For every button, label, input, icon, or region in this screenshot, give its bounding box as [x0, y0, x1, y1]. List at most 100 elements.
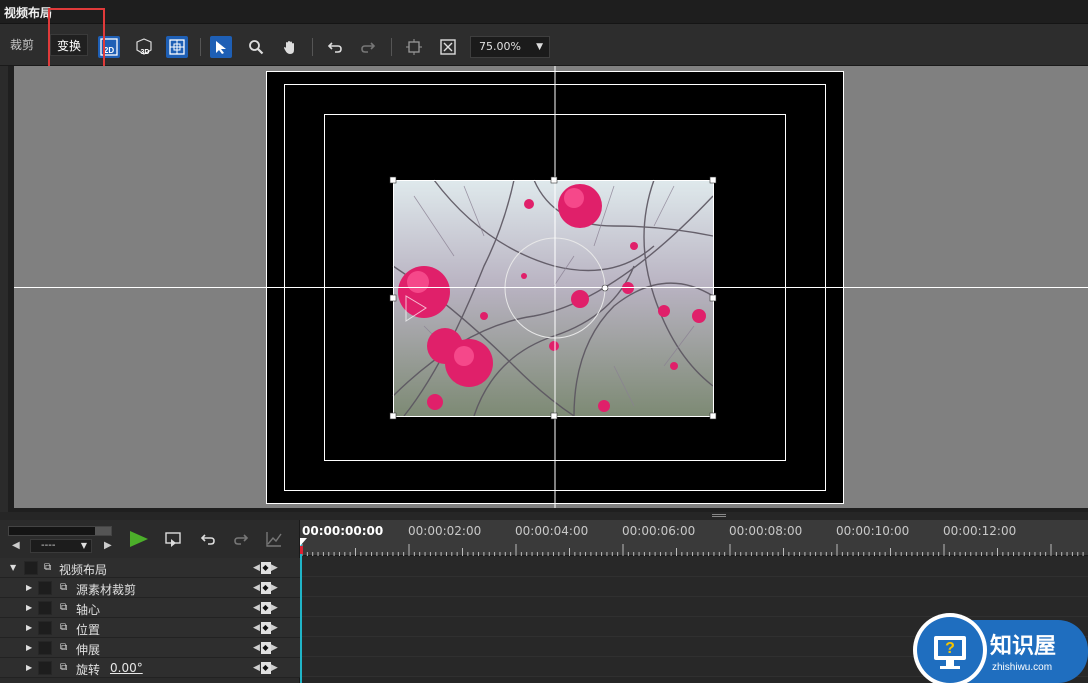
- playhead-marker[interactable]: [300, 538, 307, 546]
- fx-icon: ⧉: [60, 642, 68, 653]
- panel-splitter[interactable]: [0, 512, 1088, 520]
- keyframe-redo-button[interactable]: [229, 528, 253, 550]
- timecode-label: 00:00:04:00: [515, 524, 589, 538]
- svg-text:?: ?: [945, 640, 955, 657]
- play-button[interactable]: [126, 528, 150, 550]
- track-row-video-layout[interactable]: ▼ ⧉ 视频布局 ◀◆▶: [0, 558, 300, 578]
- redo-icon: [361, 42, 376, 53]
- track-row-stretch[interactable]: ▶ ⧉ 伸展 ◀◆▶: [0, 638, 300, 658]
- undo-icon: [200, 534, 215, 545]
- track-checkbox[interactable]: [38, 661, 52, 675]
- track-label: 轴心: [76, 603, 101, 617]
- keyframe-undo-button[interactable]: [196, 528, 220, 550]
- redo-button[interactable]: [357, 36, 379, 58]
- keyframe-nav[interactable]: ◀◆▶: [253, 602, 279, 614]
- expand-arrow-icon[interactable]: ▶: [26, 603, 32, 612]
- zoom-value: 75.00%: [479, 40, 521, 53]
- loop-play-icon: [165, 532, 181, 547]
- fx-icon: ⧉: [60, 582, 68, 593]
- pan-tool-button[interactable]: [279, 36, 301, 58]
- tab-crop[interactable]: 裁剪: [8, 34, 36, 56]
- expand-arrow-icon[interactable]: ▶: [26, 623, 32, 632]
- expand-arrow-icon[interactable]: ▶: [26, 643, 32, 652]
- undo-button[interactable]: [324, 36, 346, 58]
- keyframe-nav-value: ----: [41, 540, 56, 551]
- ruler-ticks: [302, 544, 1084, 556]
- splitter-grip[interactable]: [712, 514, 726, 517]
- flower-photo[interactable]: [392, 179, 714, 417]
- loop-play-button[interactable]: [161, 528, 185, 550]
- keyframe-nav[interactable]: ◀◆▶: [253, 582, 279, 594]
- svg-text:3D: 3D: [141, 49, 150, 56]
- zoom-magnifier-icon: [249, 40, 264, 55]
- timecode-label: 00:00:12:00: [943, 524, 1017, 538]
- track-checkbox[interactable]: [38, 601, 52, 615]
- next-keyframe-icon[interactable]: ▶: [104, 540, 112, 551]
- window-title: 视频布局: [4, 6, 53, 20]
- track-row-pivot[interactable]: ▶ ⧉ 轴心 ◀◆▶: [0, 598, 300, 618]
- timecode-label: 00:00:08:00: [729, 524, 803, 538]
- toolbar: 裁剪 变换 2D 3D 75.00% ▼: [0, 24, 1088, 66]
- fit-crop-icon: [406, 39, 422, 55]
- fx-icon: ⧉: [60, 622, 68, 633]
- undo-icon: [327, 42, 342, 53]
- playhead[interactable]: [300, 538, 302, 683]
- expand-arrow-icon[interactable]: ▶: [26, 583, 32, 592]
- collapse-arrow-icon[interactable]: ▼: [10, 563, 16, 572]
- zoom-level-select[interactable]: 75.00% ▼: [470, 36, 550, 58]
- select-tool-button[interactable]: [210, 36, 232, 58]
- preview-viewer[interactable]: [8, 66, 1088, 512]
- fx-icon: ⧉: [60, 602, 68, 613]
- watermark-url: zhishiwu.com: [992, 662, 1052, 673]
- grid-icon: [169, 39, 185, 55]
- track-checkbox[interactable]: [38, 621, 52, 635]
- grid-toggle-button[interactable]: [166, 36, 188, 58]
- timecode-label: 00:00:00:00: [302, 524, 384, 538]
- track-label: 源素材裁剪: [76, 583, 137, 597]
- chevron-down-icon: ▼: [80, 541, 87, 550]
- 3d-icon: 3D: [136, 38, 152, 56]
- track-label: 位置: [76, 623, 101, 637]
- track-row-source-crop[interactable]: ▶ ⧉ 源素材裁剪 ◀◆▶: [0, 578, 300, 598]
- timecode-label: 00:00:06:00: [622, 524, 696, 538]
- track-row-position[interactable]: ▶ ⧉ 位置 ◀◆▶: [0, 618, 300, 638]
- time-slider[interactable]: [8, 526, 112, 536]
- fit-window-icon: [440, 39, 456, 55]
- time-slider-knob[interactable]: [95, 527, 111, 535]
- transform-tab-highlight: [48, 8, 105, 68]
- time-ruler[interactable]: 00:00:00:00 00:00:02:00 00:00:04:00 00:0…: [300, 520, 1088, 556]
- track-checkbox[interactable]: [24, 561, 38, 575]
- graph-curve-icon: [266, 532, 282, 547]
- keyframe-nav[interactable]: ◀◆▶: [253, 622, 279, 634]
- hand-pan-icon: [284, 41, 294, 54]
- rotation-value[interactable]: 0.00°: [110, 661, 143, 675]
- track-list: ▼ ⧉ 视频布局 ◀◆▶ ▶ ⧉ 源素材裁剪 ◀◆▶ ▶ ⧉ 轴心 ◀◆▶ ▶ …: [0, 558, 300, 678]
- fx-icon: ⧉: [60, 662, 68, 673]
- timecode-label: 00:00:10:00: [836, 524, 910, 538]
- 3d-mode-button[interactable]: 3D: [133, 36, 155, 58]
- play-icon: [130, 531, 148, 547]
- track-row-rotation[interactable]: ▶ ⧉ 旋转 0.00° ◀◆▶: [0, 658, 300, 678]
- expand-arrow-icon[interactable]: ▶: [26, 663, 32, 672]
- track-checkbox[interactable]: [38, 581, 52, 595]
- fit-crop-button[interactable]: [403, 36, 425, 58]
- track-label: 旋转: [76, 663, 101, 677]
- svg-text:2D: 2D: [104, 46, 114, 55]
- keyframe-nav[interactable]: ◀◆▶: [253, 662, 279, 674]
- keyframe-nav[interactable]: ◀◆▶: [253, 562, 279, 574]
- track-panel: ◀ ---- ▼ ▶ ▼ ⧉ 视频布局 ◀◆▶ ▶ ⧉ 源素材裁剪 ◀◆▶ ▶ …: [0, 520, 300, 683]
- chevron-down-icon: ▼: [536, 42, 543, 52]
- graph-button[interactable]: [262, 528, 286, 550]
- keyframe-nav[interactable]: ◀◆▶: [253, 642, 279, 654]
- track-label: 视频布局: [59, 563, 108, 577]
- title-bar: 视频布局: [0, 0, 1088, 24]
- fit-window-button[interactable]: [437, 36, 459, 58]
- zoom-tool-button[interactable]: [245, 36, 267, 58]
- prev-keyframe-icon[interactable]: ◀: [12, 540, 20, 551]
- track-label: 伸展: [76, 643, 101, 657]
- track-checkbox[interactable]: [38, 641, 52, 655]
- redo-icon: [234, 534, 249, 545]
- preview-canvas[interactable]: [14, 66, 1088, 508]
- watermark-name: 知识屋: [990, 633, 1056, 659]
- keyframe-nav-select[interactable]: ---- ▼: [30, 539, 92, 553]
